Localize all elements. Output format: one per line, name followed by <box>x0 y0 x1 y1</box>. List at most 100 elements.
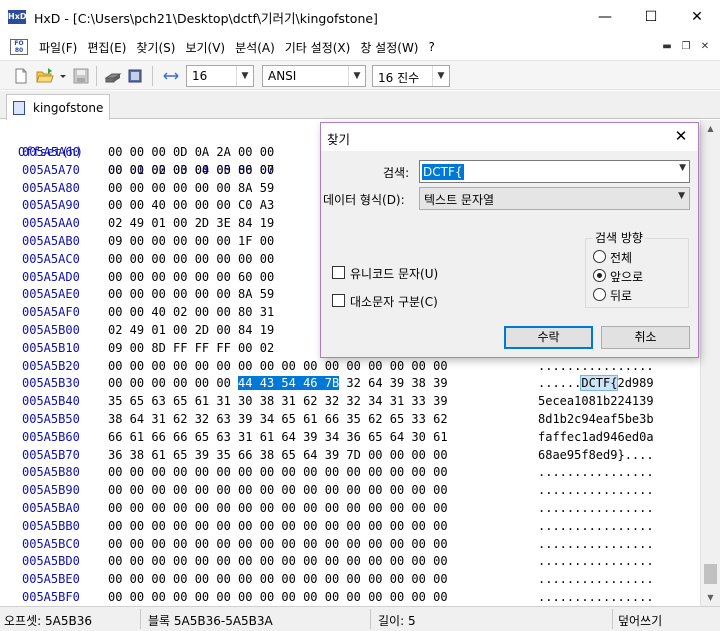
bytes-text: 09 00 00 00 00 00 1F 00 <box>108 234 275 248</box>
scrollbar-thumb[interactable] <box>704 564 717 584</box>
row-bytes[interactable]: 09 00 8D FF FF FF 00 02 <box>108 340 274 358</box>
row-bytes[interactable]: 00 00 00 00 00 00 8A 59 <box>108 286 274 304</box>
row-bytes[interactable]: 00 00 00 00 00 00 00 00 00 00 00 00 00 0… <box>108 500 448 518</box>
bytes-per-row-icon <box>163 72 179 80</box>
row-ascii[interactable]: ................ <box>538 589 654 606</box>
row-ascii[interactable]: 68ae95f8ed9}.... <box>538 447 654 465</box>
row-ascii[interactable]: ................ <box>538 571 654 589</box>
row-bytes[interactable]: 35 65 63 65 61 31 30 38 31 62 32 32 34 3… <box>108 393 448 411</box>
row-offset: 005A5A90 <box>22 198 80 213</box>
row-bytes[interactable]: 02 49 01 00 2D 00 84 19 <box>108 322 274 340</box>
bytes-text: 00 00 00 00 00 00 00 00 00 00 00 00 00 0… <box>108 501 448 515</box>
row-bytes[interactable]: 00 00 00 00 00 00 00 00 00 00 00 00 00 0… <box>108 589 448 606</box>
ascii-text: ................ <box>538 572 654 587</box>
row-ascii[interactable]: 8d1b2c94eaf5be3b <box>538 411 654 429</box>
cancel-button[interactable]: 취소 <box>601 326 690 349</box>
close-icon[interactable]: ✕ <box>672 127 690 145</box>
ram-editor-icon[interactable] <box>126 67 144 85</box>
scroll-up-icon[interactable]: ▲ <box>701 120 720 137</box>
chevron-down-icon: ▼ <box>432 66 449 86</box>
menu-file[interactable]: 파일(F) <box>34 39 82 56</box>
row-bytes[interactable]: 00 00 40 00 00 00 C0 A3 <box>108 197 274 215</box>
row-ascii[interactable]: ................ <box>538 482 654 500</box>
row-bytes[interactable]: 00 00 00 00 00 00 8A 59 <box>108 180 274 198</box>
row-ascii[interactable]: ................ <box>538 518 654 536</box>
offset-base-select[interactable]: 16 진수 ▼ <box>372 65 450 87</box>
radio-forward[interactable] <box>593 269 606 282</box>
ascii-text: 2d989 <box>617 376 654 391</box>
bytes-text: 38 64 31 62 32 63 39 34 65 61 66 35 62 6… <box>108 412 448 426</box>
menu-view[interactable]: 보기(V) <box>180 39 230 56</box>
save-icon[interactable] <box>72 67 90 85</box>
row-ascii[interactable]: faffec1ad946ed0a <box>538 429 654 447</box>
chevron-down-icon[interactable]: ▼ <box>679 163 686 173</box>
charset-select[interactable]: ANSI ▼ <box>262 65 366 87</box>
ok-button[interactable]: 수락 <box>504 326 593 349</box>
row-bytes[interactable]: 00 00 00 00 00 00 00 00 00 00 00 00 00 0… <box>108 536 448 554</box>
mdi-restore-button[interactable]: ❐ <box>679 40 693 54</box>
ascii-text: ................ <box>538 518 654 533</box>
row-bytes[interactable]: 00 00 00 00 00 00 00 00 00 00 00 00 00 0… <box>108 464 448 482</box>
maximize-button[interactable]: ☐ <box>628 0 674 34</box>
radio-all[interactable] <box>593 250 606 263</box>
ascii-text: ................ <box>538 358 654 373</box>
chevron-down-icon[interactable] <box>58 67 68 85</box>
row-bytes[interactable]: 00 00 00 00 00 00 00 00 00 00 00 00 00 0… <box>108 553 448 571</box>
row-bytes[interactable]: 00 00 00 00 00 00 00 00 <box>108 251 274 269</box>
bytes-per-row-select[interactable]: 16 ▼ <box>186 65 254 87</box>
case-sensitive-checkbox[interactable] <box>332 294 345 307</box>
new-file-icon[interactable] <box>12 67 30 85</box>
bytes-text: 02 49 01 00 2D 00 84 19 <box>108 323 275 337</box>
bytes-text: 00 00 00 00 00 00 <box>108 376 239 391</box>
menu-window[interactable]: 창 설정(W) <box>355 39 423 56</box>
mdi-minimize-button[interactable]: ▬ <box>660 40 674 54</box>
row-ascii[interactable]: ......DCTF{2d989 <box>538 375 654 393</box>
disk-editor-icon[interactable] <box>104 67 122 85</box>
row-bytes[interactable]: 00 00 00 0D 0A 2A 00 00 <box>108 144 274 162</box>
row-bytes[interactable]: 00 00 00 00 00 00 00 00 00 00 00 00 00 0… <box>108 482 448 500</box>
row-bytes[interactable]: 38 64 31 62 32 63 39 34 65 61 66 35 62 6… <box>108 411 448 429</box>
row-ascii[interactable]: ................ <box>538 358 654 376</box>
row-bytes[interactable]: 36 38 61 65 39 35 66 38 65 64 39 7D 00 0… <box>108 447 448 465</box>
row-ascii[interactable]: ................ <box>538 500 654 518</box>
scroll-down-icon[interactable]: ▼ <box>701 589 720 606</box>
selected-bytes[interactable]: 44 43 54 46 7B <box>238 376 340 391</box>
row-offset: 005A5AC0 <box>22 251 80 266</box>
tab-kingofstone[interactable]: kingofstone <box>6 94 110 120</box>
row-offset: 005A5BE0 <box>22 572 80 587</box>
menu-edit[interactable]: 편집(E) <box>82 39 131 56</box>
unicode-checkbox[interactable] <box>332 266 345 279</box>
row-bytes[interactable]: 00 00 00 00 00 00 80 00 <box>108 162 274 180</box>
row-ascii[interactable]: 5ecea1081b224139 <box>538 393 654 411</box>
datatype-select[interactable]: 텍스트 문자열 ▼ <box>419 187 690 210</box>
ascii-text: ................ <box>538 501 654 515</box>
bytes-text: 32 64 39 38 39 <box>339 376 448 391</box>
row-bytes[interactable]: 00 00 00 00 00 00 00 00 00 00 00 00 00 0… <box>108 571 448 589</box>
row-ascii[interactable]: ................ <box>538 553 654 571</box>
open-folder-icon[interactable] <box>36 67 54 85</box>
minimize-button[interactable]: — <box>582 0 628 34</box>
row-bytes[interactable]: 00 00 00 00 00 00 60 00 <box>108 269 274 287</box>
row-ascii[interactable]: ................ <box>538 464 654 482</box>
vertical-scrollbar[interactable]: ▲ ▼ <box>700 120 720 606</box>
row-offset: 005A5B90 <box>22 483 80 498</box>
selected-ascii[interactable]: DCTF{ <box>580 375 619 392</box>
radio-backward[interactable] <box>593 288 606 301</box>
mdi-close-button[interactable]: ✕ <box>698 40 712 54</box>
close-button[interactable]: ✕ <box>674 0 720 34</box>
row-bytes[interactable]: 00 00 00 00 00 00 44 43 54 46 7B 32 64 3… <box>108 375 448 393</box>
row-bytes[interactable]: 66 61 66 66 65 63 31 61 64 39 34 36 65 6… <box>108 429 448 447</box>
row-bytes[interactable]: 00 00 00 00 00 00 00 00 00 00 00 00 00 0… <box>108 358 448 376</box>
chevron-down-icon: ▼ <box>348 66 365 86</box>
row-offset: 005A5B80 <box>22 465 80 480</box>
row-bytes[interactable]: 00 00 00 00 00 00 00 00 00 00 00 00 00 0… <box>108 518 448 536</box>
menu-analysis[interactable]: 분석(A) <box>230 39 280 56</box>
search-input[interactable]: DCTF{ ▼ <box>419 160 690 183</box>
menu-options[interactable]: 기타 설정(X) <box>280 39 356 56</box>
row-bytes[interactable]: 09 00 00 00 00 00 1F 00 <box>108 233 274 251</box>
row-ascii[interactable]: ................ <box>538 536 654 554</box>
menu-search[interactable]: 찾기(S) <box>131 39 180 56</box>
row-bytes[interactable]: 00 00 40 02 00 00 80 31 <box>108 304 274 322</box>
menu-help[interactable]: ? <box>424 40 440 54</box>
row-bytes[interactable]: 02 49 01 00 2D 3E 84 19 <box>108 215 274 233</box>
